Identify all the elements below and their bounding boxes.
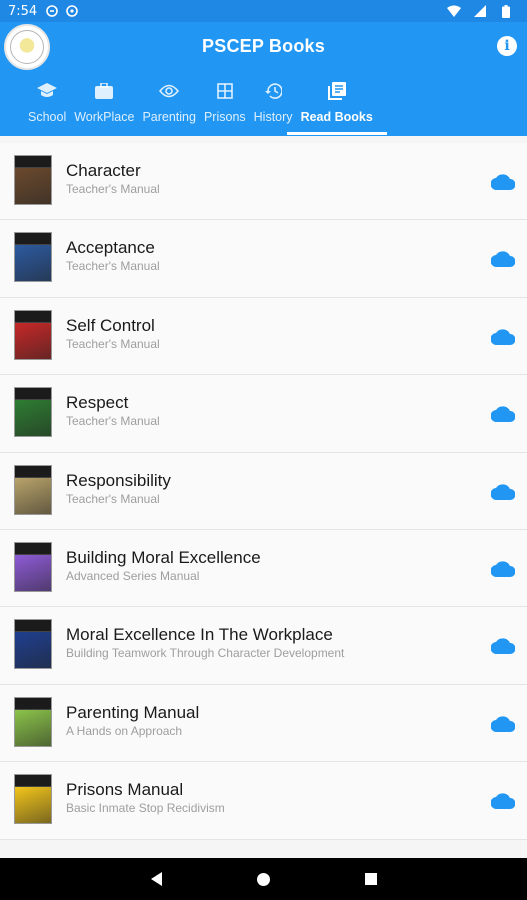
- cloud-download-icon[interactable]: [490, 636, 516, 655]
- list-item[interactable]: Responsibility Teacher's Manual: [0, 452, 527, 530]
- book-title: Prisons Manual: [66, 780, 184, 800]
- book-subtitle: Advanced Series Manual: [66, 568, 200, 583]
- status-bar: 7:54: [0, 0, 527, 22]
- app-bar: PSCEP Books i School WorkPlace Parenting…: [0, 22, 527, 136]
- book-title: Acceptance: [66, 238, 155, 258]
- cloud-download-icon[interactable]: [490, 714, 516, 732]
- library-books-icon: [326, 80, 348, 102]
- book-title: Respect: [66, 393, 129, 413]
- tab-label: Parenting: [142, 110, 196, 124]
- book-cover: [14, 696, 52, 747]
- tab-label: School: [28, 110, 67, 124]
- tab-school[interactable]: School: [28, 77, 66, 135]
- book-cover: [14, 309, 52, 360]
- list-item[interactable]: Building Moral Excellence Advanced Series…: [0, 529, 527, 608]
- book-title: Moral Excellence In The Workplace: [66, 625, 333, 645]
- list-item[interactable]: Prisons Manual Basic Inmate Stop Recidivi…: [0, 762, 527, 840]
- cloud-download-icon[interactable]: [490, 404, 516, 423]
- sync-icon: [65, 4, 79, 18]
- list-item[interactable]: Self Control Teacher's Manual: [0, 297, 527, 376]
- home-icon[interactable]: [256, 872, 270, 886]
- list-item[interactable]: Moral Excellence In The Workplace Buildin…: [0, 607, 527, 685]
- book-subtitle: A Hands on Approach: [66, 723, 183, 738]
- list-item[interactable]: Acceptance Teacher's Manual: [0, 220, 527, 298]
- info-icon[interactable]: i: [497, 36, 517, 56]
- book-title: Parenting Manual: [66, 702, 200, 722]
- book-cover: [14, 541, 52, 592]
- book-subtitle: Teacher's Manual: [66, 491, 160, 506]
- book-cover: [14, 387, 52, 438]
- page-title: PSCEP Books: [202, 36, 325, 56]
- tab-label: WorkPlace: [74, 110, 135, 124]
- tab-prisons[interactable]: Prisons: [204, 77, 246, 135]
- book-list: Character Teacher's Manual Acceptance Teac…: [0, 143, 527, 840]
- recents-icon[interactable]: [364, 873, 377, 885]
- book-subtitle: Teacher's Manual: [66, 259, 160, 274]
- tab-label: History: [253, 110, 293, 124]
- book-cover: [14, 464, 52, 515]
- back-icon[interactable]: [150, 872, 162, 886]
- tab-read-books[interactable]: Read Books: [286, 77, 388, 135]
- book-subtitle: Building Teamwork Through Character Deve…: [66, 646, 345, 661]
- cellular-icon: [473, 4, 487, 18]
- book-title: Character: [66, 161, 141, 180]
- cloud-download-icon[interactable]: [490, 791, 516, 810]
- cloud-download-icon[interactable]: [490, 172, 516, 191]
- system-nav-bar: [0, 858, 527, 900]
- book-cover: [14, 619, 52, 670]
- tab-label: Read Books: [300, 110, 373, 124]
- cloud-download-icon[interactable]: [490, 327, 516, 345]
- tab-history[interactable]: History: [254, 77, 293, 135]
- wifi-icon: [447, 4, 461, 18]
- book-cover: [14, 232, 52, 283]
- list-item[interactable]: Parenting Manual A Hands on Approach: [0, 684, 527, 763]
- battery-icon: [499, 4, 513, 18]
- briefcase-icon: [93, 80, 115, 102]
- book-cover: [14, 774, 52, 825]
- book-title: Responsibility: [66, 470, 171, 490]
- cloud-download-icon[interactable]: [490, 249, 516, 268]
- book-subtitle: Teacher's Manual: [66, 414, 160, 429]
- tab-workplace[interactable]: WorkPlace: [74, 77, 134, 135]
- school-icon: [36, 80, 58, 102]
- cloud-download-icon[interactable]: [490, 559, 516, 577]
- status-time: 7:54: [8, 3, 38, 19]
- list-item[interactable]: Respect Teacher's Manual: [0, 375, 527, 453]
- tab-label: Prisons: [203, 110, 246, 124]
- tab-parenting[interactable]: Parenting: [142, 77, 196, 135]
- book-cover: [14, 155, 52, 205]
- book-subtitle: Basic Inmate Stop Recidivism: [66, 801, 225, 816]
- book-title: Self Control: [66, 315, 155, 335]
- list-item[interactable]: Character Teacher's Manual: [0, 143, 527, 221]
- book-subtitle: Teacher's Manual: [66, 336, 160, 351]
- book-title: Building Moral Excellence: [66, 547, 261, 567]
- eye-icon: [158, 80, 180, 102]
- book-subtitle: Teacher's Manual: [66, 182, 160, 196]
- grid-icon: [214, 80, 236, 102]
- history-icon: [262, 80, 284, 102]
- notification-icon: [45, 4, 59, 18]
- cloud-download-icon[interactable]: [490, 482, 516, 500]
- tab-bar: School WorkPlace Parenting Prisons Histo…: [0, 77, 527, 135]
